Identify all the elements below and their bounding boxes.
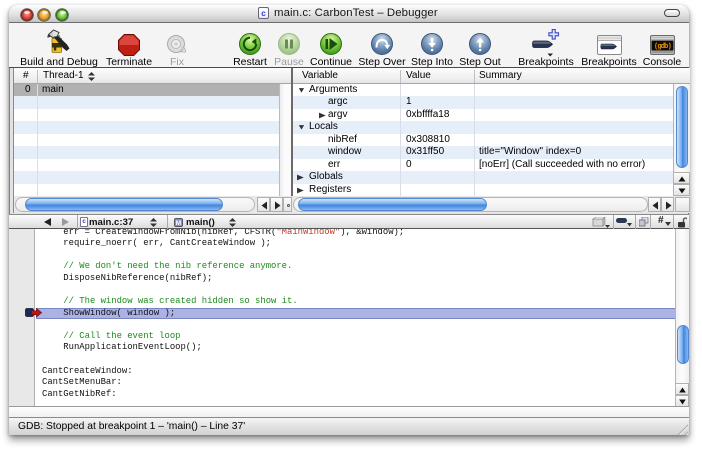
svg-text:(gdb): (gdb)	[653, 43, 671, 51]
